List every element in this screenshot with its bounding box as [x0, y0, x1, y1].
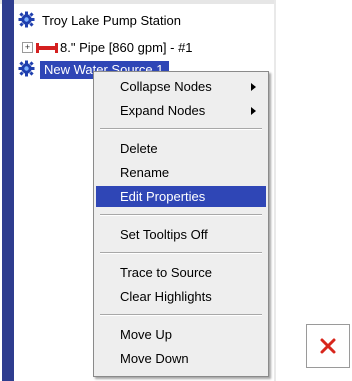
menu-item-clear-highlights[interactable]: Clear Highlights — [96, 286, 266, 307]
menu-item-edit-properties[interactable]: Edit Properties — [96, 186, 266, 207]
menu-item-label: Expand Nodes — [120, 103, 206, 118]
menu-item-label: Move Up — [120, 327, 173, 342]
menu-item-label: Rename — [120, 165, 170, 180]
submenu-arrow-icon — [251, 83, 256, 91]
tree-node-label: 8." Pipe [860 gpm] - #1 — [60, 40, 193, 55]
menu-item-move-up[interactable]: Move Up — [96, 324, 266, 345]
tree-left-border — [2, 0, 14, 381]
menu-item-label: Move Down — [120, 351, 189, 366]
menu-item-trace-to-source[interactable]: Trace to Source — [96, 262, 266, 283]
menu-separator — [100, 252, 262, 254]
tree-node-label: Troy Lake Pump Station — [42, 13, 181, 28]
menu-item-delete[interactable]: Delete — [96, 138, 266, 159]
pipe-icon — [36, 43, 58, 53]
broken-image-placeholder — [306, 324, 350, 368]
menu-item-label: Clear Highlights — [120, 289, 212, 304]
menu-separator — [100, 128, 262, 130]
menu-item-label: Trace to Source — [120, 265, 213, 280]
expand-toggle[interactable]: + — [22, 42, 33, 53]
context-menu: Collapse Nodes Expand Nodes Delete Renam… — [93, 71, 269, 377]
submenu-arrow-icon — [251, 107, 256, 115]
menu-item-set-tooltips-off[interactable]: Set Tooltips Off — [96, 224, 266, 245]
menu-separator — [100, 314, 262, 316]
screenshot-stage: Troy Lake Pump Station + 8." Pipe [860 g… — [0, 0, 352, 381]
menu-item-label: Delete — [120, 141, 158, 156]
broken-image-icon — [320, 338, 336, 354]
tree-right-edge — [274, 0, 276, 381]
menu-item-move-down[interactable]: Move Down — [96, 348, 266, 369]
menu-item-label: Collapse Nodes — [120, 79, 212, 94]
tree-top-edge — [0, 0, 276, 4]
menu-separator — [100, 214, 262, 216]
gear-icon — [18, 60, 35, 77]
menu-item-collapse-nodes[interactable]: Collapse Nodes — [96, 76, 266, 97]
menu-item-label: Set Tooltips Off — [120, 227, 208, 242]
gear-icon — [18, 11, 35, 28]
menu-item-expand-nodes[interactable]: Expand Nodes — [96, 100, 266, 121]
menu-item-rename[interactable]: Rename — [96, 162, 266, 183]
menu-item-label: Edit Properties — [120, 189, 206, 204]
